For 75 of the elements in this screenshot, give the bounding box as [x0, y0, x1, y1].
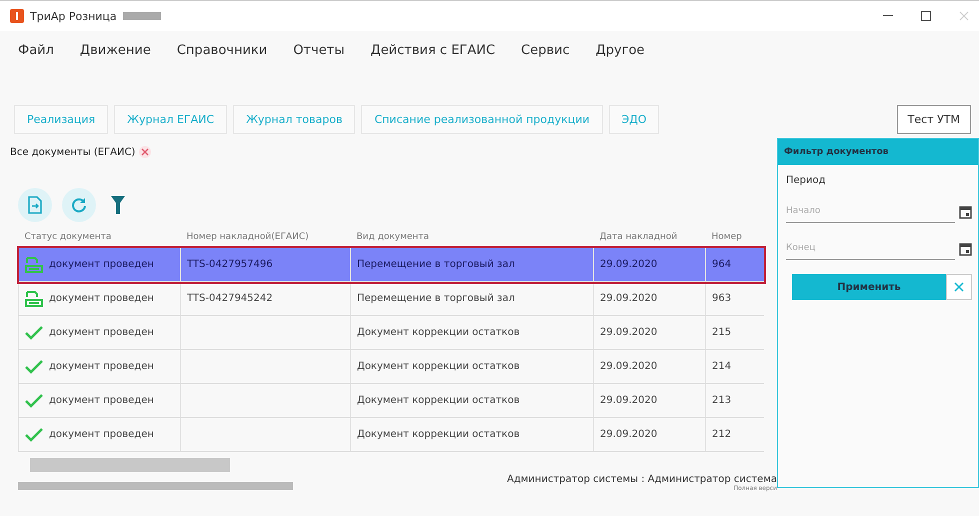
scrollbar-thumb[interactable]	[30, 458, 230, 472]
checkmark-icon	[25, 394, 43, 408]
window-title: ТриАр Розница	[30, 10, 117, 22]
period-label: Период	[785, 174, 827, 188]
checkmark-icon	[25, 360, 43, 374]
column-header[interactable]: Дата накладной	[594, 226, 706, 248]
table-cell: Перемещение в торговый зал	[357, 259, 515, 270]
end-date-field[interactable]: Конец	[786, 237, 955, 260]
table-row[interactable]: документ проведен Документ коррекции остатков 29.09.2020 213	[18, 384, 764, 418]
test-button[interactable]: Тест УТМ	[896, 105, 971, 134]
horizontal-scrollbar[interactable]	[18, 482, 293, 490]
maximize-icon[interactable]	[921, 11, 931, 21]
table-cell: 29.09.2020	[600, 361, 658, 372]
column-header[interactable]: Вид документа	[350, 226, 594, 248]
column-header[interactable]: Номер	[706, 226, 764, 248]
table-cell: 964	[712, 259, 732, 270]
menu-item[interactable]: Сервис	[521, 42, 570, 58]
new-document-button[interactable]	[18, 188, 52, 222]
panel-title: Фильтр документов	[778, 139, 978, 165]
column-header[interactable]: Статус документа	[18, 226, 180, 248]
table-cell: 215	[712, 327, 732, 338]
filter-icon	[111, 196, 125, 214]
checkmark-icon	[25, 326, 43, 340]
app-logo-icon	[10, 9, 24, 23]
table-cell: 214	[712, 361, 732, 372]
minimize-icon[interactable]	[883, 15, 893, 17]
apply-button[interactable]: Применить	[792, 274, 946, 300]
table-cell: 29.09.2020	[600, 293, 658, 304]
table-cell: 213	[712, 395, 732, 406]
table-cell: Перемещение в торговый зал	[357, 293, 515, 304]
table-cell: документ проведен	[49, 395, 154, 406]
table-cell: документ проведен	[49, 429, 154, 440]
start-date-field[interactable]: Начало	[786, 200, 955, 223]
redacted-block	[122, 12, 161, 20]
menu-item[interactable]: Действия с ЕГАИС	[370, 42, 496, 58]
table-row[interactable]: документ проведен Документ коррекции остатков 29.09.2020 215	[18, 316, 764, 350]
table-cell: TTS-0427957496	[187, 259, 273, 270]
refresh-icon	[71, 197, 87, 213]
calendar-icon[interactable]	[959, 242, 972, 256]
transfer-icon	[25, 290, 43, 306]
checkmark-icon	[25, 428, 43, 442]
close-icon[interactable]	[139, 146, 152, 158]
menu-item[interactable]: Отчеты	[293, 42, 345, 58]
table-cell: документ проведен	[49, 327, 154, 338]
table-row[interactable]: документ проведен Документ коррекции остатков 29.09.2020 214	[18, 350, 764, 384]
table-cell: документ проведен	[49, 293, 154, 304]
menu-item[interactable]: Движение	[80, 42, 151, 58]
table-row[interactable]: документ проведен Документ коррекции остатков 29.09.2020 212	[18, 418, 764, 452]
document-arrow-icon	[27, 196, 43, 214]
table-cell: TTS-0427945242	[187, 293, 273, 304]
table-row[interactable]: документ проведен TTS-0427945242 Перемещение в торговый зал 29.09.2020 963	[18, 282, 764, 316]
user-status: Администратор системы : Администратор система	[507, 474, 777, 485]
calendar-icon[interactable]	[959, 204, 972, 218]
table-cell: 212	[712, 429, 732, 440]
table-cell: 29.09.2020	[600, 395, 658, 406]
table-cell: Документ коррекции остатков	[357, 327, 520, 338]
transfer-icon	[25, 256, 43, 272]
clear-button[interactable]	[946, 274, 972, 300]
table-cell: Документ коррекции остатков	[357, 361, 520, 372]
column-header[interactable]: Номер накладной(ЕГАИС)	[180, 226, 350, 248]
menu-item[interactable]: Другое	[596, 42, 645, 58]
close-icon	[954, 282, 964, 292]
table-cell: 29.09.2020	[600, 259, 658, 270]
table-cell: 963	[712, 293, 732, 304]
table-cell: 29.09.2020	[600, 429, 658, 440]
table-cell: документ проведен	[49, 361, 154, 372]
table-row[interactable]: документ проведен TTS-0427957496 Перемещение в торговый зал 29.09.2020 964	[18, 248, 764, 282]
table-cell: 29.09.2020	[600, 327, 658, 338]
table-cell: Документ коррекции остатков	[357, 429, 520, 440]
table-cell: документ проведен	[49, 259, 154, 270]
table-cell: Документ коррекции остатков	[357, 395, 520, 406]
document-tab[interactable]: Все документы (ЕГАИС)	[10, 146, 136, 158]
refresh-button[interactable]	[62, 188, 96, 222]
menu-item[interactable]: Справочники	[176, 42, 268, 58]
menu-item[interactable]: Файл	[18, 42, 54, 58]
